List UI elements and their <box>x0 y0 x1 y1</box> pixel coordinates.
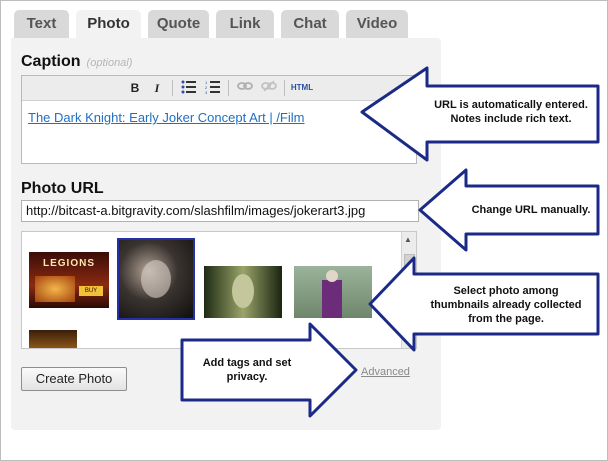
callout-text-url: URL is automatically entered. Notes incl… <box>434 99 588 125</box>
callout-arrows <box>180 66 600 418</box>
callout-text-select-photo: Select photo among thumbnails already co… <box>430 285 582 325</box>
callout-text-change-url: Change URL manually. <box>471 204 591 216</box>
callout-text-tags: Add tags and set privacy. <box>202 357 292 383</box>
